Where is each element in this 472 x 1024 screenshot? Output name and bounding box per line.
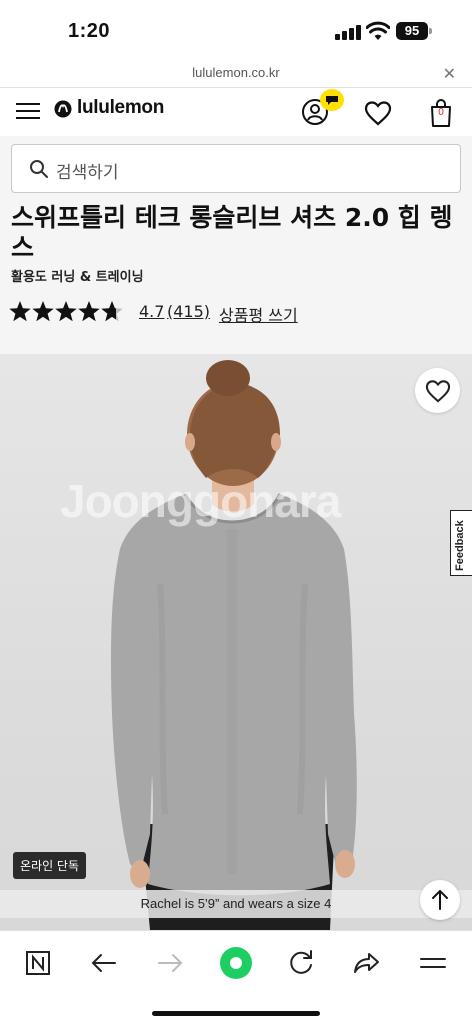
model-caption: Rachel is 5’9” and wears a size 4 (140, 896, 332, 911)
rating-value-link[interactable]: 4.7 (139, 302, 164, 321)
hamburger-menu-icon[interactable] (16, 101, 40, 121)
bag-count-badge: 0 (438, 107, 444, 118)
signal-icon (335, 24, 361, 40)
product-title: 스위프틀리 테크 롱슬리브 셔츠 2.0 힙 렝스 (11, 203, 453, 262)
lululemon-logo-icon[interactable] (54, 100, 72, 118)
back-icon[interactable] (84, 943, 124, 983)
image-wishlist-button[interactable] (415, 368, 460, 413)
site-header: lululemon 0 (0, 88, 472, 136)
green-circle-icon[interactable] (216, 943, 256, 983)
status-time: 1:20 (68, 20, 111, 42)
write-review-link[interactable]: 상품평 쓰기 (219, 302, 298, 326)
search-placeholder[interactable]: 검색하기 (56, 158, 119, 183)
share-icon[interactable] (347, 943, 387, 983)
product-category: 활용도 러닝 & 트레이닝 (11, 270, 144, 285)
close-icon[interactable]: ✕ (443, 64, 456, 83)
chat-badge-icon[interactable] (320, 89, 344, 111)
feedback-label[interactable]: Feedback (454, 520, 466, 571)
model-photo (110, 360, 357, 930)
model-caption-bar: Rachel is 5’9” and wears a size 4 (0, 890, 472, 918)
wishlist-heart-icon[interactable] (364, 100, 392, 126)
scroll-to-top-button[interactable] (420, 880, 460, 920)
search-input[interactable]: 검색하기 (11, 144, 461, 193)
browser-toolbar (0, 930, 472, 1024)
rating-stars-icon[interactable] (8, 300, 124, 324)
product-image[interactable]: Joonggonara Feedback 온라인 단독 Rachel is 5’… (0, 354, 472, 930)
battery-icon: 95 (396, 22, 428, 40)
search-icon (30, 160, 48, 178)
refresh-icon[interactable] (281, 943, 321, 983)
brand-logo-text[interactable]: lululemon (77, 97, 164, 119)
review-count-link[interactable]: (415) (167, 302, 210, 321)
battery-tip (429, 28, 432, 34)
heart-icon (425, 380, 451, 403)
wifi-icon (366, 21, 390, 40)
status-bar: 1:20 95 (0, 0, 472, 60)
online-exclusive-badge: 온라인 단독 (13, 852, 87, 879)
url-text[interactable]: lululemon.co.kr (0, 65, 472, 80)
home-indicator (152, 1011, 320, 1016)
menu-icon[interactable] (413, 943, 453, 983)
watermark: Joonggonara (60, 475, 341, 527)
feedback-tab[interactable]: Feedback (450, 510, 472, 576)
rating-row: 4.7 (415) 상품평 쓰기 (8, 300, 468, 326)
forward-icon[interactable] (150, 943, 190, 983)
arrow-up-icon (432, 889, 448, 910)
url-bar[interactable]: lululemon.co.kr ✕ (0, 60, 472, 88)
naver-home-icon[interactable] (18, 943, 58, 983)
